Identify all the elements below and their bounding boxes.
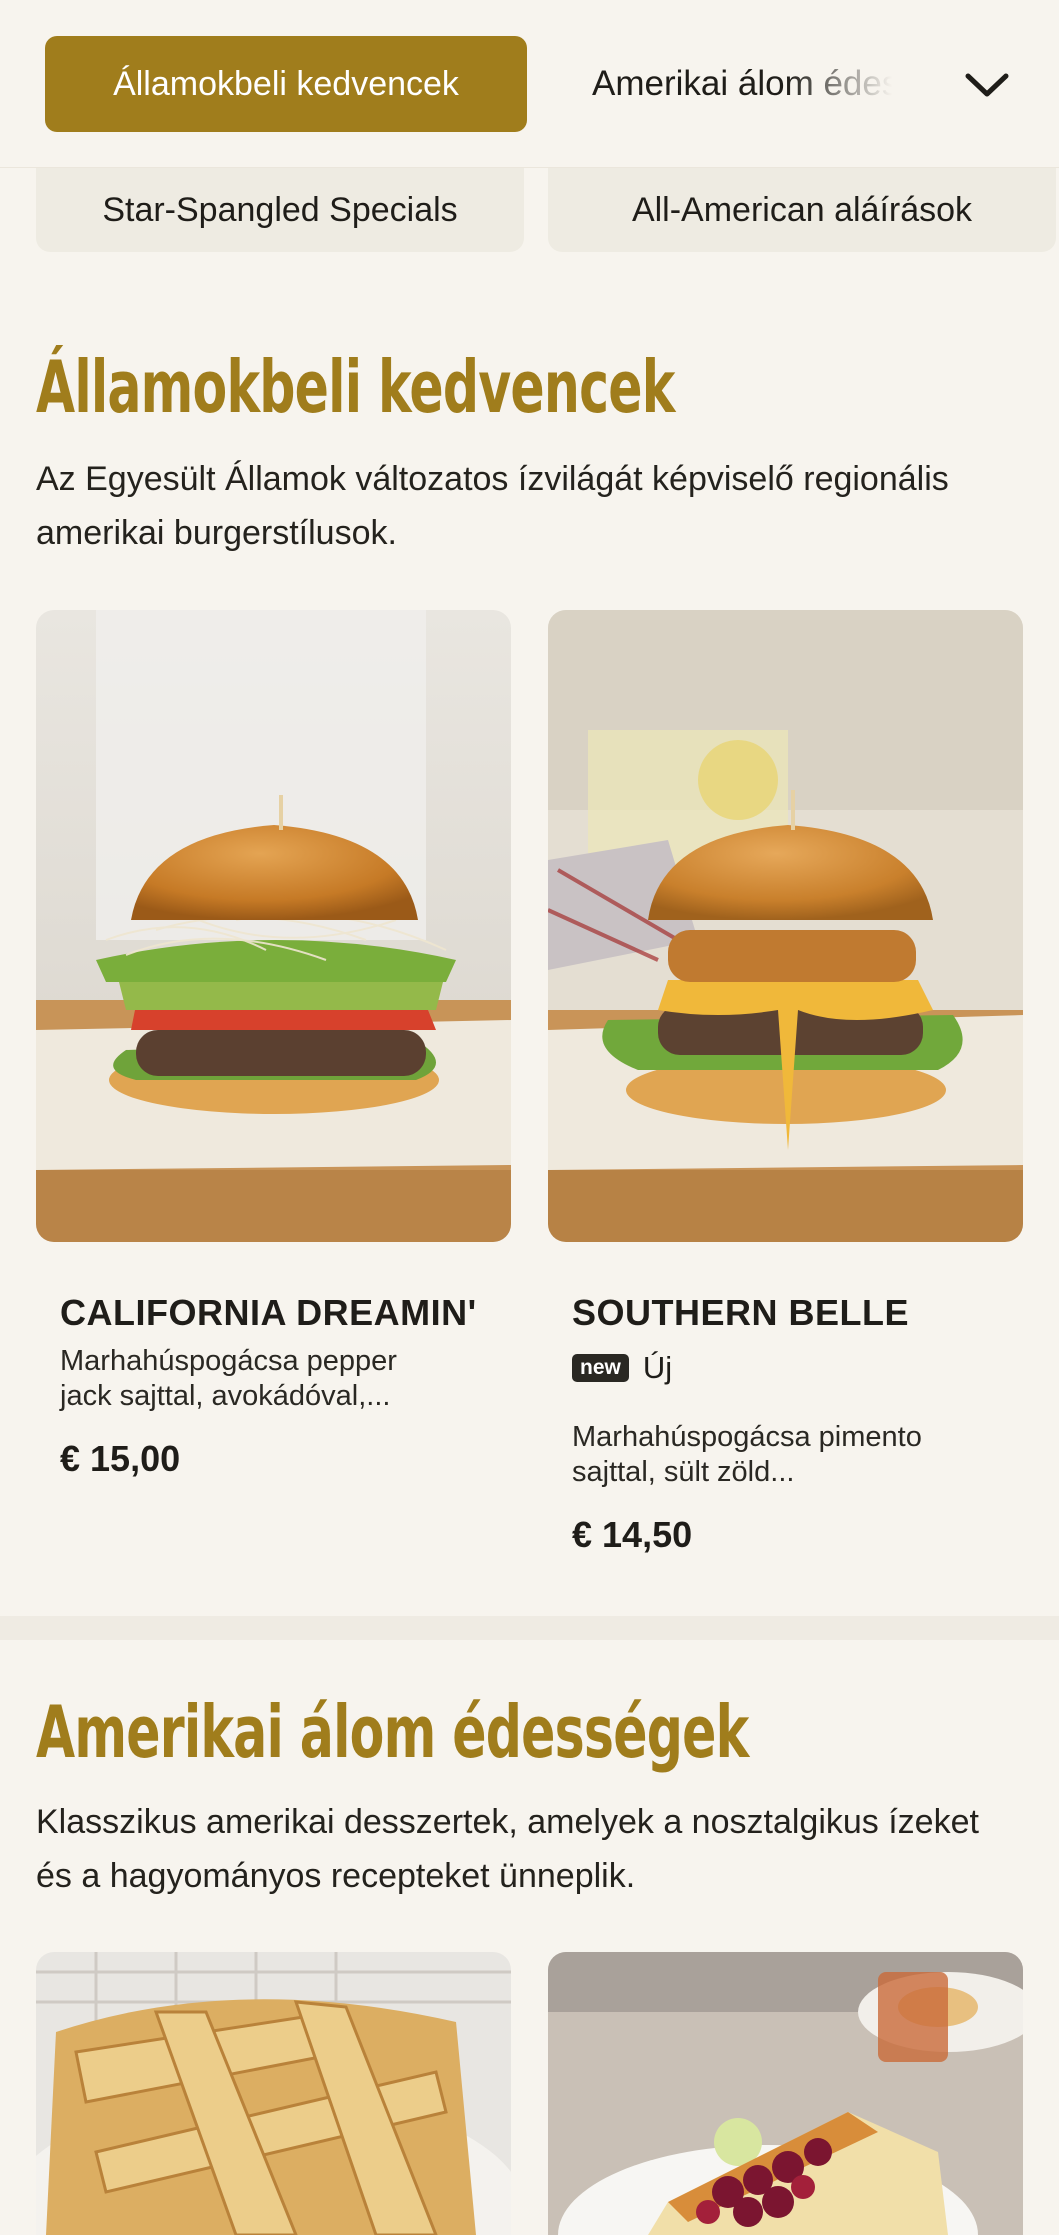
california-burger-image[interactable] (36, 610, 511, 1242)
section-title: Amerikai álom édességek (36, 1690, 749, 1774)
item-price: € 14,50 (572, 1514, 693, 1555)
new-badge-row: new Új (572, 1350, 992, 1386)
item-name: CALIFORNIA DREAMIN' (60, 1292, 477, 1333)
item-description: Marhahúspogácsa pepper jack sajttal, avo… (60, 1345, 397, 1412)
cheesecake-image[interactable] (548, 1952, 1023, 2235)
menu-item-southern-belle[interactable]: SOUTHERN BELLE new Új Marhahúspogácsa pi… (572, 1292, 992, 1556)
category-tab-next[interactable]: Amerikai álom édességek (592, 36, 892, 132)
item-price: € 15,00 (60, 1438, 181, 1479)
section-title: Államokbeli kedvencek (36, 345, 675, 429)
subcategory-all-american[interactable]: All-American aláírások (548, 168, 1056, 252)
subcategory-nav: Star-Spangled Specials All-American aláí… (36, 168, 1059, 252)
section-divider (0, 1616, 1059, 1640)
item-name: SOUTHERN BELLE (572, 1292, 910, 1333)
new-badge-label: Új (642, 1350, 673, 1385)
section-description: Az Egyesült Államok változatos ízvilágát… (36, 460, 949, 552)
new-badge: new (572, 1354, 629, 1382)
category-tab-active[interactable]: Államokbeli kedvencek (45, 36, 527, 132)
southern-belle-burger-image[interactable] (548, 610, 1023, 1242)
section-description: Klasszikus amerikai desszertek, amelyek … (36, 1803, 979, 1895)
menu-item-california[interactable]: CALIFORNIA DREAMIN' Marhahúspogácsa pepp… (60, 1292, 480, 1480)
chevron-down-icon[interactable] (962, 60, 1012, 110)
category-bar: Államokbeli kedvencek Amerikai álom édes… (0, 0, 1059, 168)
item-description: Marhahúspogácsa pimento sajttal, sült zö… (572, 1421, 922, 1488)
subcategory-star-spangled[interactable]: Star-Spangled Specials (36, 168, 524, 252)
apple-pie-image[interactable] (36, 1952, 511, 2235)
